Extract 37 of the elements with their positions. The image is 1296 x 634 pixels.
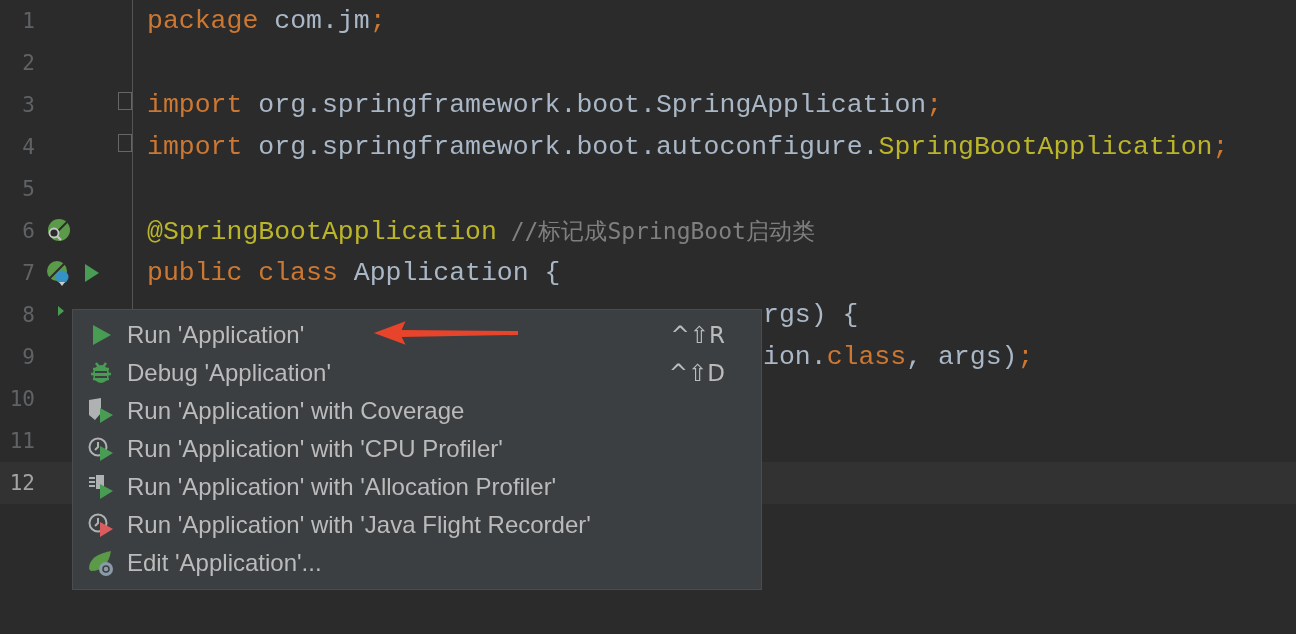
- bars-run-icon: [87, 473, 115, 501]
- code-line: rgs) {: [763, 300, 859, 330]
- line-number: 8: [21, 303, 35, 327]
- leaf-class-icon[interactable]: [45, 260, 71, 286]
- line-number: 1: [21, 9, 35, 33]
- line-number: 10: [8, 387, 35, 411]
- shortcut-label: ^⇧D: [668, 360, 725, 386]
- menu-item[interactable]: Run 'Application' with 'Java Flight Recorder': [73, 506, 761, 544]
- line-number: 11: [8, 429, 35, 453]
- code-line: import org.springframework.boot.SpringApplication;: [147, 90, 943, 120]
- leaf-gear-icon: [87, 549, 115, 577]
- code-line: @SpringBootApplication //标记成SpringBoot启动类: [147, 216, 815, 247]
- line-number: 5: [21, 177, 35, 201]
- menu-item[interactable]: Run 'Application' with 'Allocation Profiler': [73, 468, 761, 506]
- line-number: 12: [8, 471, 35, 495]
- line-number: 9: [21, 345, 35, 369]
- menu-item[interactable]: Run 'Application' ^⇧R: [73, 316, 761, 354]
- code-line: package com.jm;: [147, 6, 386, 36]
- line-number: 2: [21, 51, 35, 75]
- line-number: 4: [21, 135, 35, 159]
- line-number: 3: [21, 93, 35, 117]
- menu-item[interactable]: Run 'Application' with 'CPU Profiler': [73, 430, 761, 468]
- leaf-search-icon[interactable]: [45, 218, 71, 244]
- clock-run-icon: [87, 511, 115, 539]
- shield-run-icon: [87, 397, 115, 425]
- fold-marker-icon[interactable]: [118, 92, 132, 110]
- menu-item[interactable]: Debug 'Application' ^⇧D: [73, 354, 761, 392]
- menu-item[interactable]: Run 'Application' with Coverage: [73, 392, 761, 430]
- fold-marker-icon[interactable]: [118, 134, 132, 152]
- clock-run-icon: [87, 435, 115, 463]
- code-line: import org.springframework.boot.autoconfigure.SpringBootApplication;: [147, 132, 1229, 162]
- code-line: ion.class, args);: [763, 342, 1034, 372]
- code-line: public class Application {: [147, 258, 561, 288]
- line-number: 6: [21, 219, 35, 243]
- shortcut-label: ^⇧R: [670, 322, 725, 348]
- line-number: 7: [21, 261, 35, 285]
- menu-item[interactable]: Edit 'Application'...: [73, 544, 761, 582]
